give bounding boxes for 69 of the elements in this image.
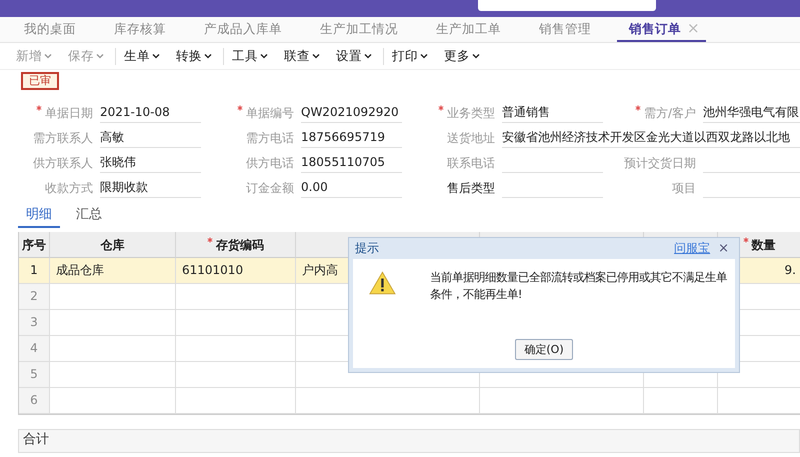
caret-icon [260, 53, 268, 59]
toolbar-menu-button[interactable]: 更多 [436, 48, 488, 64]
caret-icon [420, 53, 428, 59]
caret-icon [96, 53, 104, 59]
input-field[interactable]: 普通销售 [502, 102, 603, 123]
field-label: 业务类型 [402, 103, 502, 123]
warning-icon [369, 271, 396, 295]
close-button[interactable]: × [718, 241, 735, 256]
required-marker-icon [237, 105, 243, 111]
search-field[interactable] [478, 0, 656, 11]
field-label: 需方联系人 [32, 130, 94, 147]
required-marker-icon [438, 105, 444, 111]
column-header: 序号 [19, 232, 50, 258]
toolbar-menu-button[interactable]: 转换 [168, 48, 220, 64]
toolbar-menu-button[interactable]: 工具 [223, 48, 276, 64]
input-field[interactable]: 18756695719 [301, 127, 402, 148]
input-field[interactable]: 高敏 [100, 127, 201, 148]
row-number: 4 [19, 336, 50, 362]
input-field[interactable]: 0.00 [301, 177, 402, 198]
caret-icon [472, 53, 480, 59]
dialog-title: 提示 [354, 240, 379, 257]
total-label: 合计 [23, 432, 49, 447]
caret-icon [204, 53, 212, 59]
caret-icon [312, 53, 320, 59]
toolbar-menu-button[interactable]: 设置 [328, 48, 380, 64]
field-label: 需方电话 [245, 130, 295, 147]
row-number: 1 [19, 258, 50, 284]
nav-tab[interactable]: 销售订单 [617, 17, 685, 42]
field-label: 送货地址 [446, 130, 496, 147]
field-label: 联系电话 [446, 155, 496, 172]
input-field[interactable]: 限期收款 [100, 177, 201, 198]
caret-icon [44, 53, 52, 59]
input-field[interactable]: 安徽省池州经济技术开发区金光大道以西双龙路以北地 [502, 127, 800, 148]
toolbar-menu-button[interactable]: 打印 [383, 48, 436, 64]
input-field[interactable]: 池州华强电气有限 [703, 102, 800, 123]
required-marker-icon [36, 105, 42, 111]
required-marker-icon [207, 237, 213, 243]
caret-icon [152, 53, 160, 59]
input-field[interactable]: 18055110705 [301, 152, 402, 173]
field-label: 供方电话 [245, 155, 295, 172]
input-field[interactable]: QW2021092920 [301, 102, 402, 123]
field-label: 单据编号 [201, 103, 301, 123]
row-number: 6 [19, 388, 50, 414]
field-label: 单据日期 [0, 103, 100, 123]
detail-tab[interactable]: 汇总 [68, 204, 110, 228]
field-label: 订金金额 [245, 180, 295, 197]
field-label: 项目 [671, 180, 697, 197]
field-label: 需方/客户 [603, 103, 703, 123]
required-marker-icon [634, 105, 641, 111]
input-field[interactable]: 2021-10-08 [100, 102, 201, 123]
status-stamp: 已审 [21, 72, 59, 90]
detail-tab[interactable]: 明细 [18, 204, 60, 228]
toolbar-menu-button[interactable]: 生单 [115, 48, 168, 64]
table-cell: 成品仓库 [50, 258, 176, 284]
field-label: 售后类型 [446, 180, 496, 197]
row-number: 5 [19, 362, 50, 388]
field-label: 收款方式 [44, 180, 94, 197]
row-number: 2 [19, 284, 50, 310]
field-label: 预计交货日期 [623, 155, 697, 172]
row-number: 3 [19, 310, 50, 336]
toolbar-menu-button[interactable]: 联查 [276, 48, 328, 64]
caret-icon [364, 53, 372, 59]
input-field[interactable]: 张晓伟 [100, 152, 201, 173]
field-label: 供方联系人 [32, 155, 94, 172]
column-header: 存货编码 [176, 232, 296, 258]
required-marker-icon [742, 237, 748, 243]
table-cell: 61101010 [176, 258, 296, 284]
ok-button[interactable]: 确定(O) [515, 339, 573, 360]
column-header: 仓库 [50, 232, 176, 258]
